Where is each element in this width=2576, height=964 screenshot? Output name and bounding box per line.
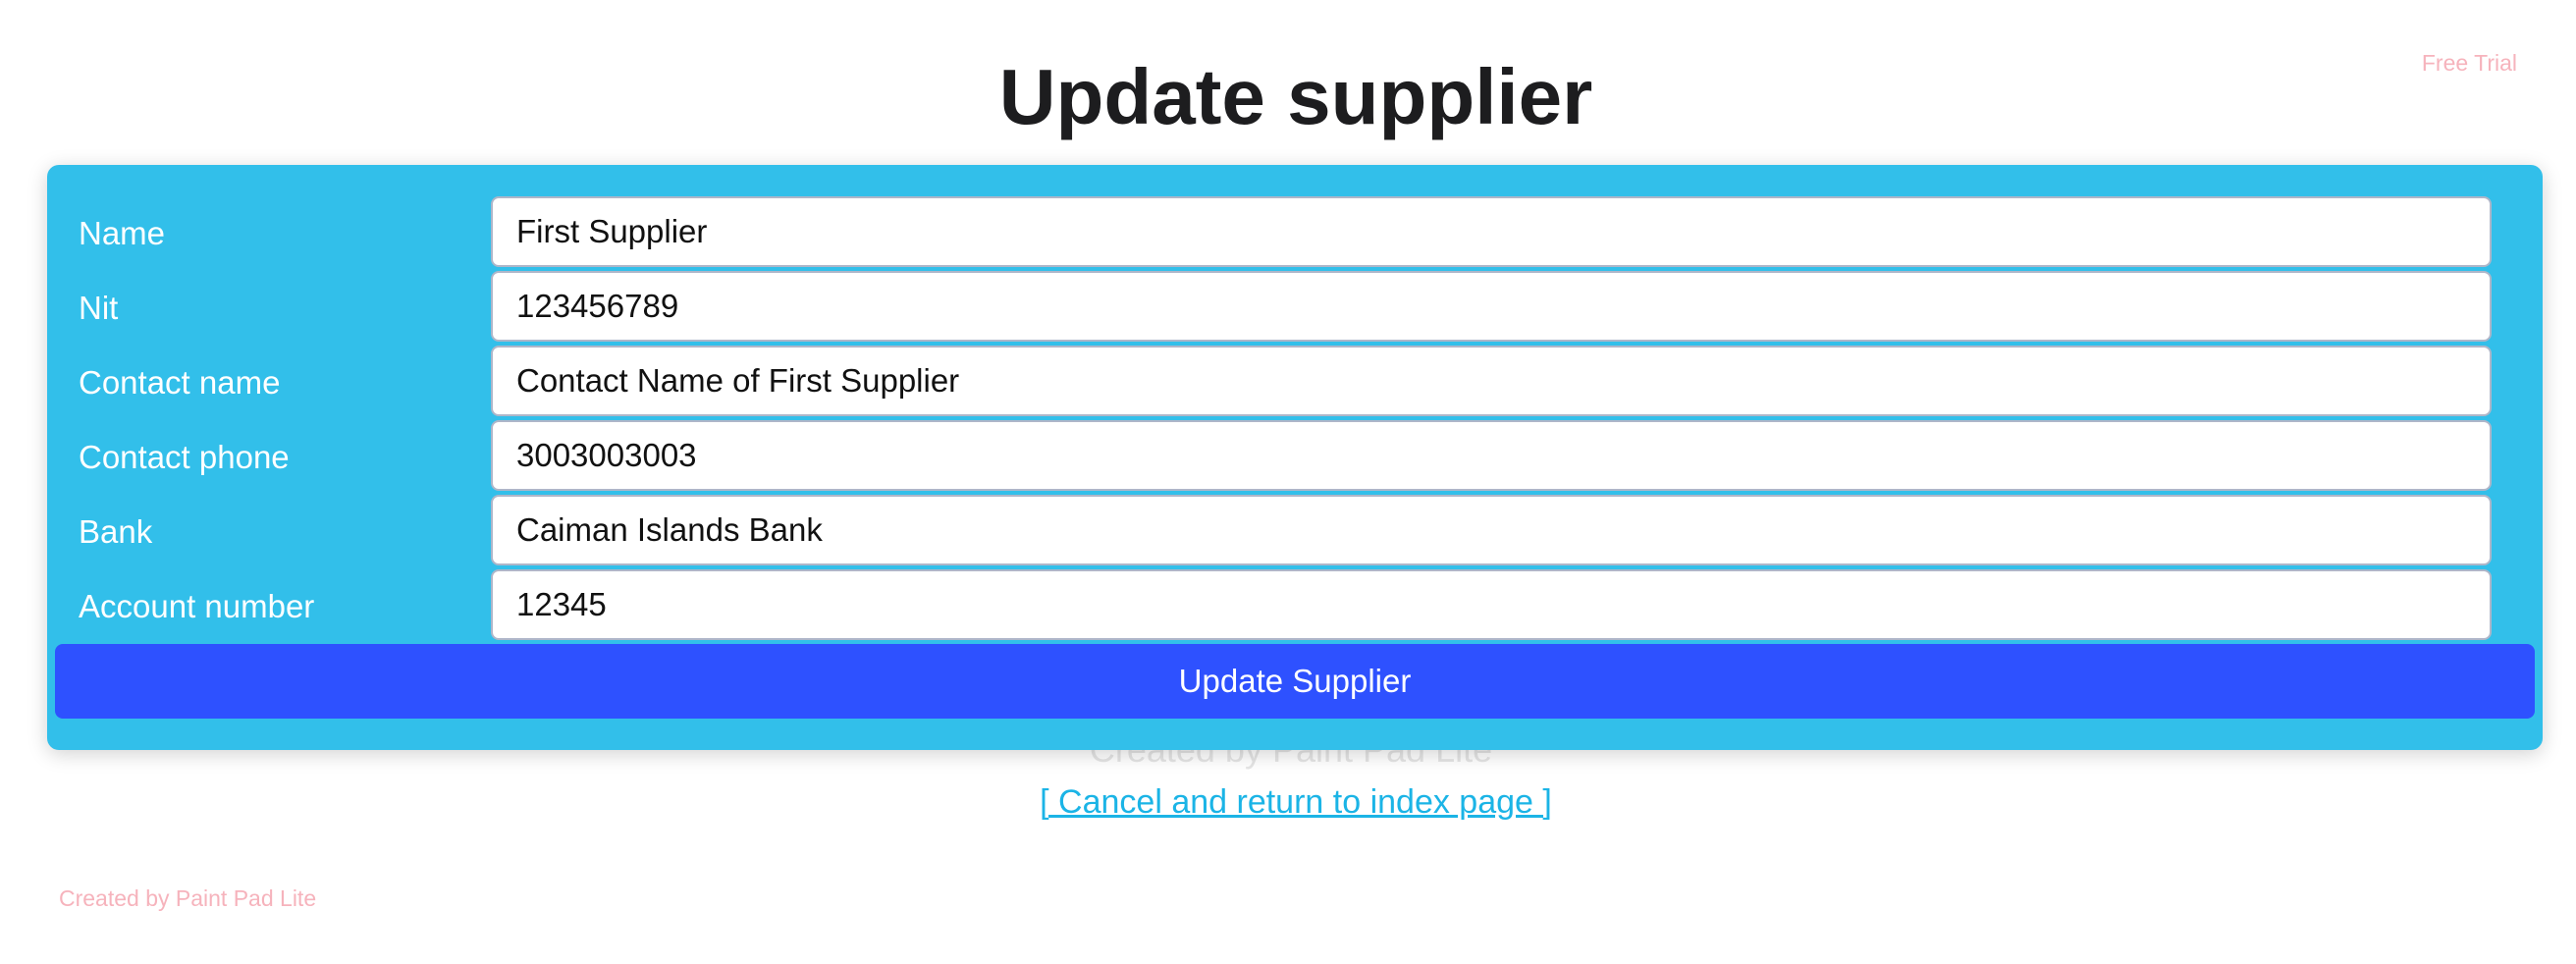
field-row-contact-phone: Contact phone	[47, 420, 2543, 495]
update-supplier-button[interactable]: Update Supplier	[55, 644, 2535, 719]
field-row-nit: Nit	[47, 271, 2543, 346]
contact-name-label: Contact name	[79, 364, 281, 401]
cancel-return-link[interactable]: [ Cancel and return to index page ]	[1040, 783, 1552, 821]
bank-input[interactable]	[491, 495, 2492, 565]
account-number-input[interactable]	[491, 569, 2492, 640]
watermark-bottom-left: Created by Paint Pad Lite	[59, 885, 317, 911]
bank-label: Bank	[79, 513, 153, 550]
field-row-account-number: Account number	[47, 569, 2543, 644]
name-input[interactable]	[491, 196, 2492, 267]
contact-name-input[interactable]	[491, 346, 2492, 416]
field-row-bank: Bank	[47, 495, 2543, 569]
account-number-label: Account number	[79, 588, 315, 624]
nit-input[interactable]	[491, 271, 2492, 342]
page-title: Update supplier	[998, 53, 1593, 140]
field-row-name: Name	[47, 196, 2543, 271]
contact-phone-input[interactable]	[491, 420, 2492, 491]
nit-label: Nit	[79, 290, 119, 326]
field-row-contact-name: Contact name	[47, 346, 2543, 420]
supplier-form: Name Nit Contact name Contact phone Bank…	[47, 165, 2543, 750]
name-label: Name	[79, 215, 166, 251]
cancel-link-container: [ Cancel and return to index page ]	[0, 783, 2576, 822]
contact-phone-label: Contact phone	[79, 439, 290, 475]
